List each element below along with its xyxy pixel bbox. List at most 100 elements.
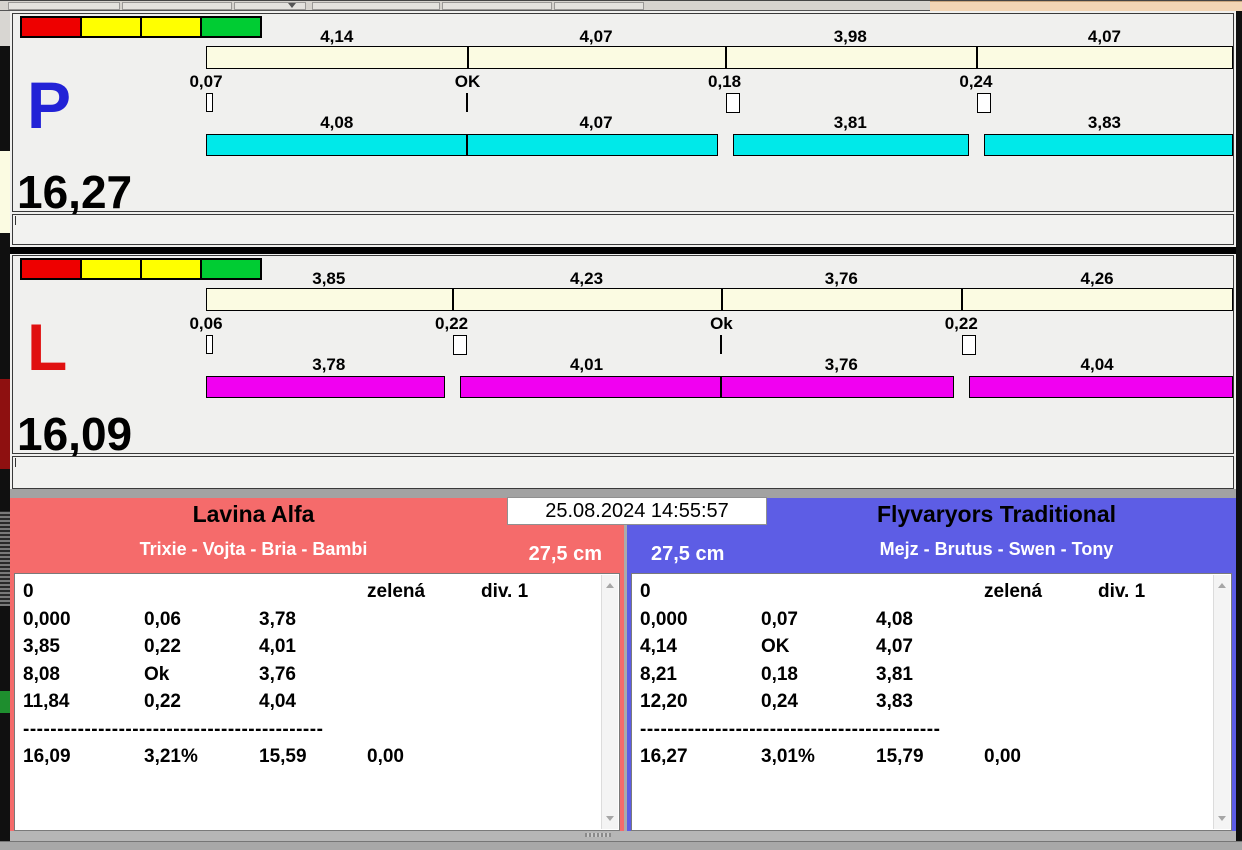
flyball-timing-screen: P 16,27 4,14 4,07 3,98 4,07 0,07 OK 0,18 0,24 …	[0, 0, 1242, 850]
log-cell: 0,000	[23, 608, 71, 630]
team-log-textarea[interactable]: 0 zelená div. 1 0,000 0,07 4,08 4,14 OK 4,07 8,21…	[631, 573, 1232, 831]
background-tab	[442, 2, 552, 10]
log-cell: Ok	[144, 663, 170, 685]
status-light	[140, 258, 202, 280]
log-cell: 3,78	[259, 608, 296, 630]
log-row: 0 zelená div. 1	[640, 578, 1231, 606]
log-cell	[761, 578, 876, 606]
log-row: 11,84 0,22 4,04	[23, 688, 619, 716]
cross-time-value: 0,22	[435, 314, 469, 333]
log-cell: 0,22	[144, 691, 181, 712]
log-cell	[259, 578, 367, 606]
log-cell: 15,59	[259, 746, 307, 767]
log-cell: 3,85	[23, 636, 60, 657]
scroll-up-arrow-icon[interactable]	[1218, 583, 1226, 588]
scrollbar[interactable]	[601, 575, 618, 829]
cross-marker-fault	[452, 335, 467, 355]
run-bar-fill	[732, 134, 969, 156]
status-light	[80, 16, 142, 38]
log-cell: 0,000	[640, 608, 688, 630]
team-log-text: 0 zelená div. 1 0,000 0,07 4,08 4,14 OK 4,07 8,21…	[632, 574, 1231, 771]
log-cell: 15,79	[876, 746, 924, 767]
cross-markers	[206, 93, 1233, 113]
run-time-value: 3,81	[833, 113, 867, 132]
background-tab	[554, 2, 644, 10]
background-window-top-strip	[0, 1, 1242, 11]
log-cell: 4,04	[259, 691, 296, 712]
lane-l-note-field[interactable]	[12, 456, 1234, 489]
scoreboard: Lavina Alfa Trixie - Vojta - Bria - Bamb…	[10, 497, 1236, 831]
team-name: Flyvaryors Traditional	[876, 501, 1117, 527]
log-cell: 4,14	[640, 636, 677, 657]
log-cell	[367, 688, 481, 716]
log-row: 0,000 0,06 3,78	[23, 606, 619, 634]
log-cell: zelená	[367, 581, 426, 602]
cross-time-value: 0,07	[189, 72, 223, 91]
lane-right-p: P 16,27 4,14 4,07 3,98 4,07 0,07 OK 0,18 0,24 …	[12, 13, 1234, 218]
cross-marker-fault	[725, 93, 740, 113]
split-time-value: 4,07	[579, 27, 613, 46]
background-tab	[8, 2, 120, 10]
split-times-bar	[206, 288, 1233, 311]
run-bar-segment	[206, 134, 468, 156]
run-time-value: 3,76	[824, 355, 858, 374]
run-time-value: 4,04	[1080, 355, 1114, 374]
run-time-value: 4,01	[569, 355, 604, 374]
log-row: 3,85 0,22 4,01	[23, 633, 619, 661]
lane-letter: L	[27, 310, 68, 384]
scroll-down-arrow-icon[interactable]	[1218, 816, 1226, 821]
run-times-bar	[206, 376, 1233, 398]
log-row: 0,000 0,07 4,08	[640, 606, 1231, 634]
log-cell: 16,09	[23, 746, 71, 767]
lane-total-time: 16,27	[17, 166, 133, 218]
team-log-text: 0 zelená div. 1 0,000 0,06 3,78 3,85 0,22 4,01 8,…	[15, 574, 619, 771]
splitter-grip[interactable]	[585, 833, 611, 837]
log-row: 0 zelená div. 1	[23, 578, 619, 606]
team-log-textarea[interactable]: 0 zelená div. 1 0,000 0,06 3,78 3,85 0,22 4,01 8,…	[14, 573, 620, 831]
split-time-value: 3,98	[833, 27, 867, 46]
bar-segment	[451, 288, 722, 311]
split-time-value: 3,76	[824, 269, 858, 288]
scroll-up-arrow-icon[interactable]	[606, 583, 614, 588]
lane-total-time: 16,09	[17, 408, 133, 460]
log-row: 4,14 OK 4,07	[640, 633, 1231, 661]
log-row: ----------------------------------------…	[640, 718, 941, 740]
run-bar-fill	[459, 376, 722, 398]
bar-segment	[467, 46, 725, 69]
log-cell	[984, 633, 1098, 661]
cross-time-value: 0,22	[944, 314, 978, 333]
cross-marker-start	[206, 335, 213, 354]
background-tab	[312, 2, 440, 10]
log-cell: 0,07	[761, 608, 798, 630]
run-bar-segment	[467, 134, 724, 156]
lane-p-note-field[interactable]	[12, 214, 1234, 245]
run-bar-fill	[206, 134, 468, 156]
run-bar-segment	[976, 134, 1233, 156]
log-cell: 3,83	[876, 691, 913, 712]
datetime-display: 25.08.2024 14:55:57	[507, 497, 767, 525]
log-row: ----------------------------------------…	[23, 718, 324, 740]
log-cell: 0,24	[761, 691, 798, 712]
status-light	[80, 258, 142, 280]
team-members: Mejz - Brutus - Swen - Tony	[879, 539, 1114, 559]
run-bar-segment	[206, 376, 452, 398]
log-cell: 3,76	[259, 663, 296, 685]
log-cell: zelená	[984, 581, 1043, 602]
background-window-right-border	[1236, 11, 1242, 850]
log-cell	[876, 578, 984, 606]
scroll-down-arrow-icon[interactable]	[606, 816, 614, 821]
cross-marker-ok	[720, 335, 723, 354]
cross-time-labels: 0,07 OK 0,18 0,24	[189, 72, 1233, 91]
cross-time-labels: 0,06 0,22 Ok 0,22	[189, 314, 1233, 333]
status-light	[20, 16, 82, 38]
status-light	[140, 16, 202, 38]
scrollbar[interactable]	[1213, 575, 1230, 829]
chevron-down-icon	[288, 3, 296, 8]
bar-segment	[206, 288, 452, 311]
log-cell: 0,22	[144, 636, 181, 657]
log-row: 16,27 3,01% 15,79 0,00	[640, 743, 1231, 771]
run-time-value: 4,08	[320, 113, 354, 132]
log-cell: div. 1	[1098, 581, 1146, 602]
log-cell: 3,81	[876, 663, 913, 685]
split-time-value: 4,23	[569, 269, 604, 288]
